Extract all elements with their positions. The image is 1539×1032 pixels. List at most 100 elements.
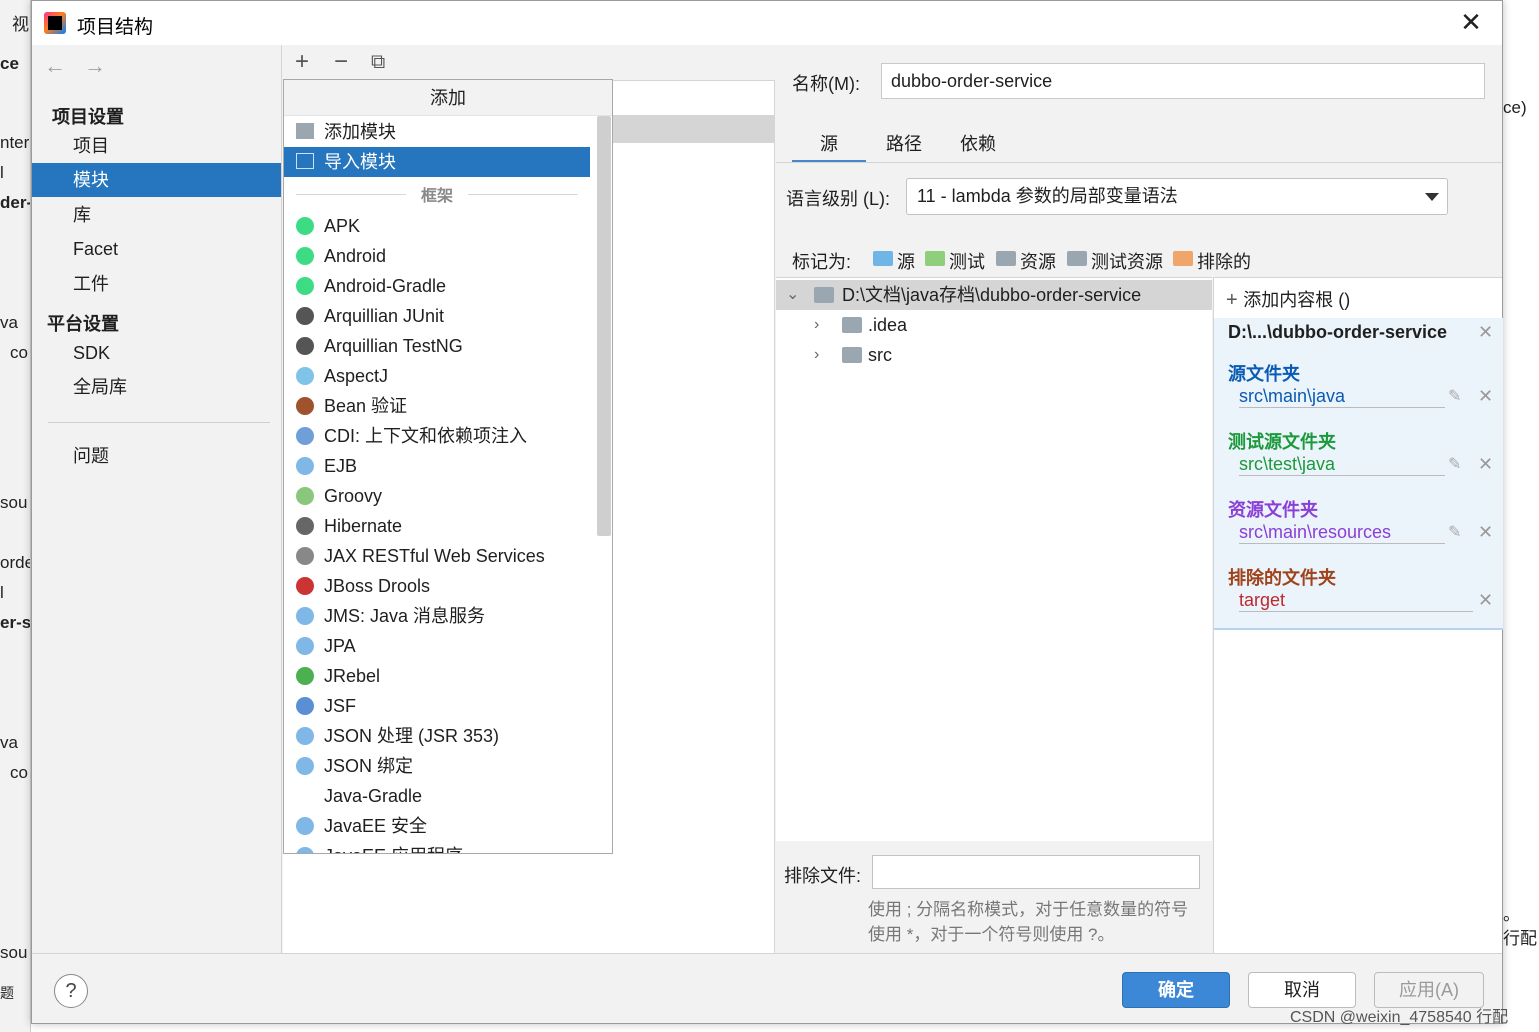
remove-icon[interactable]: ✕ [1478,454,1493,475]
framework-item[interactable]: Bean 验证 [284,391,590,421]
tree-row-src[interactable]: › src [776,340,1212,370]
module-name-input[interactable]: dubbo-order-service [881,63,1485,99]
framework-icon [296,517,314,535]
nav-item-project[interactable]: 项目 [32,129,281,163]
framework-label: JSON 绑定 [324,756,414,776]
ok-button[interactable]: 确定 [1122,972,1230,1008]
edit-icon[interactable]: ✎ [1448,522,1461,542]
framework-label: Groovy [324,486,383,506]
framework-item[interactable]: JRebel [284,661,590,691]
dialog-footer: ? 确定 取消 应用(A) [32,953,1502,1023]
framework-item[interactable]: JSF [284,691,590,721]
framework-item[interactable]: Android [284,241,590,271]
framework-label: Bean 验证 [324,396,408,416]
framework-item[interactable]: JSON 处理 (JSR 353) [284,721,590,751]
tab-paths[interactable]: 路径 [876,131,932,163]
mark-label-text: 资源 [1020,252,1056,272]
content-root-path: D:\...\dubbo-order-service [1228,322,1448,342]
framework-item[interactable]: APK [284,211,590,241]
framework-item[interactable]: AspectJ [284,361,590,391]
framework-item[interactable]: Android-Gradle [284,271,590,301]
mark-resources-button[interactable]: 资源 [996,248,1056,274]
framework-icon [296,577,314,595]
chevron-right-icon[interactable]: › [814,340,819,370]
nav-item-artifacts[interactable]: 工件 [32,267,281,301]
source-folder-path[interactable]: src\main\java [1239,386,1445,408]
framework-icon [296,787,314,805]
mark-label-text: 测试 [949,252,985,272]
mark-tests-button[interactable]: 测试 [925,248,985,274]
chevron-down-icon[interactable]: ⌄ [786,280,799,310]
help-icon[interactable]: ? [54,974,88,1008]
resource-folder-path[interactable]: src\main\resources [1239,522,1445,544]
back-arrow-icon[interactable]: ← [44,53,66,79]
project-settings-header: 项目设置 [52,107,124,127]
chevron-right-icon[interactable]: › [814,310,819,340]
nav-item-sdk[interactable]: SDK [32,336,281,370]
menu-item-add-module[interactable]: 添加模块 [284,117,590,147]
framework-item[interactable]: JMS: Java 消息服务 [284,601,590,631]
bg-text: va [0,313,18,332]
framework-item[interactable]: JavaEE 应用程序 [284,841,590,853]
framework-item[interactable]: JAX RESTful Web Services [284,541,590,571]
content-root-box: D:\...\dubbo-order-service ✕ 源文件夹 src\ma… [1214,318,1503,630]
remove-icon[interactable]: ✕ [1478,590,1493,611]
menu-item-import-module[interactable]: 导入模块 [284,147,590,177]
edit-icon[interactable]: ✎ [1448,454,1461,474]
edit-icon[interactable]: ✎ [1448,386,1461,406]
framework-item[interactable]: JBoss Drools [284,571,590,601]
remove-icon[interactable]: ✕ [1478,386,1493,407]
framework-item[interactable]: EJB [284,451,590,481]
add-popup-menu: 添加 添加模块 导入模块 框架 APK Android Android-Gradle… [283,79,613,854]
framework-item[interactable]: Arquillian JUnit [284,301,590,331]
popup-scrollbar[interactable] [597,116,611,536]
mark-sources-button[interactable]: 源 [873,248,915,274]
nav-item-facet[interactable]: Facet [32,232,281,266]
tab-sources[interactable]: 源 [792,131,866,163]
framework-item[interactable]: JSON 绑定 [284,751,590,781]
nav-item-modules[interactable]: 模块 [32,163,281,197]
remove-root-icon[interactable]: ✕ [1478,322,1493,343]
language-level-select[interactable]: 11 - lambda 参数的局部变量语法 [906,178,1448,215]
framework-item[interactable]: JavaEE 安全 [284,811,590,841]
copy-icon[interactable]: ⧉ [371,49,385,75]
menu-item-label: 导入模块 [324,152,396,172]
tree-row-idea[interactable]: › .idea [776,310,1212,340]
framework-icon [296,727,314,745]
tree-row-root[interactable]: ⌄ D:\文档\java存档\dubbo-order-service [776,280,1212,310]
add-icon[interactable]: + [295,49,309,75]
framework-item[interactable]: Arquillian TestNG [284,331,590,361]
mark-test-resources-button[interactable]: 测试资源 [1067,248,1163,274]
nav-divider [48,422,270,423]
background-ide-left: 视 ce nter l der-s va co sou orde l er-se… [0,0,31,1032]
exclude-files-label: 排除文件: [784,866,862,886]
framework-item[interactable]: Groovy [284,481,590,511]
exclude-files-input[interactable] [872,855,1200,889]
nav-item-problems[interactable]: 问题 [32,439,281,473]
tab-dependencies[interactable]: 依赖 [950,131,1006,163]
framework-item[interactable]: JPA [284,631,590,661]
bg-text: co [10,763,28,782]
nav-item-libraries[interactable]: 库 [32,198,281,232]
remove-icon[interactable]: ✕ [1478,522,1493,543]
remove-icon[interactable]: − [334,49,348,75]
content-root-tree: ⌄ D:\文档\java存档\dubbo-order-service › .id… [776,277,1212,841]
nav-item-global-libraries[interactable]: 全局库 [32,370,281,404]
bg-text: 行配 [1503,929,1537,948]
forward-arrow-icon[interactable]: → [84,53,106,79]
excluded-folder-path[interactable]: target [1239,590,1473,612]
bg-text: ce [0,54,19,73]
close-icon[interactable]: ✕ [1458,9,1484,35]
framework-item[interactable]: CDI: 上下文和依赖项注入 [284,421,590,451]
framework-icon [296,217,314,235]
add-content-root-button[interactable]: + 添加内容根 () [1226,286,1350,312]
import-icon [296,153,314,169]
bg-text: der-s [0,193,30,212]
framework-item[interactable]: Hibernate [284,511,590,541]
excluded-folders-header: 排除的文件夹 [1228,568,1336,588]
mark-excluded-button[interactable]: 排除的 [1173,248,1251,274]
framework-label: JPA [324,636,356,656]
test-folder-path[interactable]: src\test\java [1239,454,1445,476]
selected-module-row[interactable] [603,115,775,143]
framework-item[interactable]: Java-Gradle [284,781,590,811]
